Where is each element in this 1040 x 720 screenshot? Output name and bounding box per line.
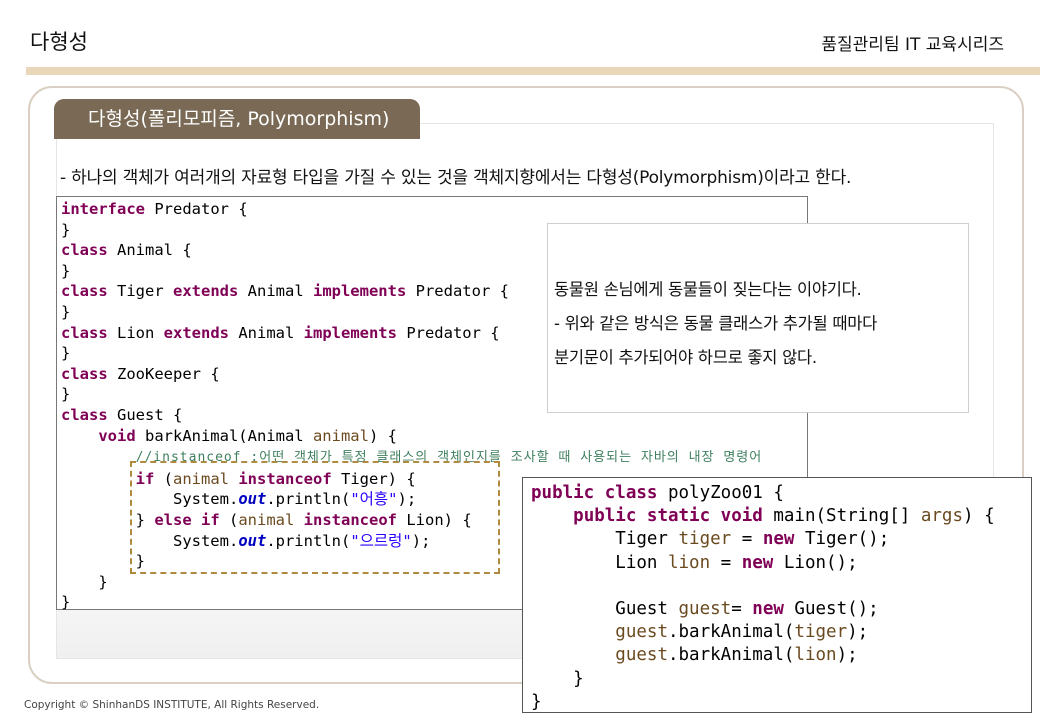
note-line-1: 동물원 손님에게 동물들이 짖는다는 이야기다. xyxy=(554,280,862,299)
copyright-footer: Copyright © ShinhanDS INSTITUTE, All Rig… xyxy=(24,699,320,711)
section-tab: 다형성(폴리모피즘, Polymorphism) xyxy=(54,99,420,139)
code-block-main-method: public class polyZoo01 { public static v… xyxy=(522,477,1032,713)
code-listing-main-method: public class polyZoo01 { public static v… xyxy=(531,483,995,712)
note-line-2: - 위와 같은 방식은 동물 클래스가 추가될 때마다 xyxy=(554,314,877,333)
page-title: 다형성 xyxy=(30,30,88,54)
header-divider xyxy=(26,67,1040,75)
note-line-3: 분기문이 추가되어야 하므로 좋지 않다. xyxy=(554,348,817,367)
instanceof-highlight-box xyxy=(130,461,500,574)
series-label: 품질관리팀 IT 교육시리즈 xyxy=(821,35,1004,55)
description-text: - 하나의 객체가 여러개의 자료형 타입을 가질 수 있는 것을 객체지향에서… xyxy=(60,168,852,188)
note-box: 동물원 손님에게 동물들이 짖는다는 이야기다. - 위와 같은 방식은 동물 … xyxy=(547,223,969,413)
